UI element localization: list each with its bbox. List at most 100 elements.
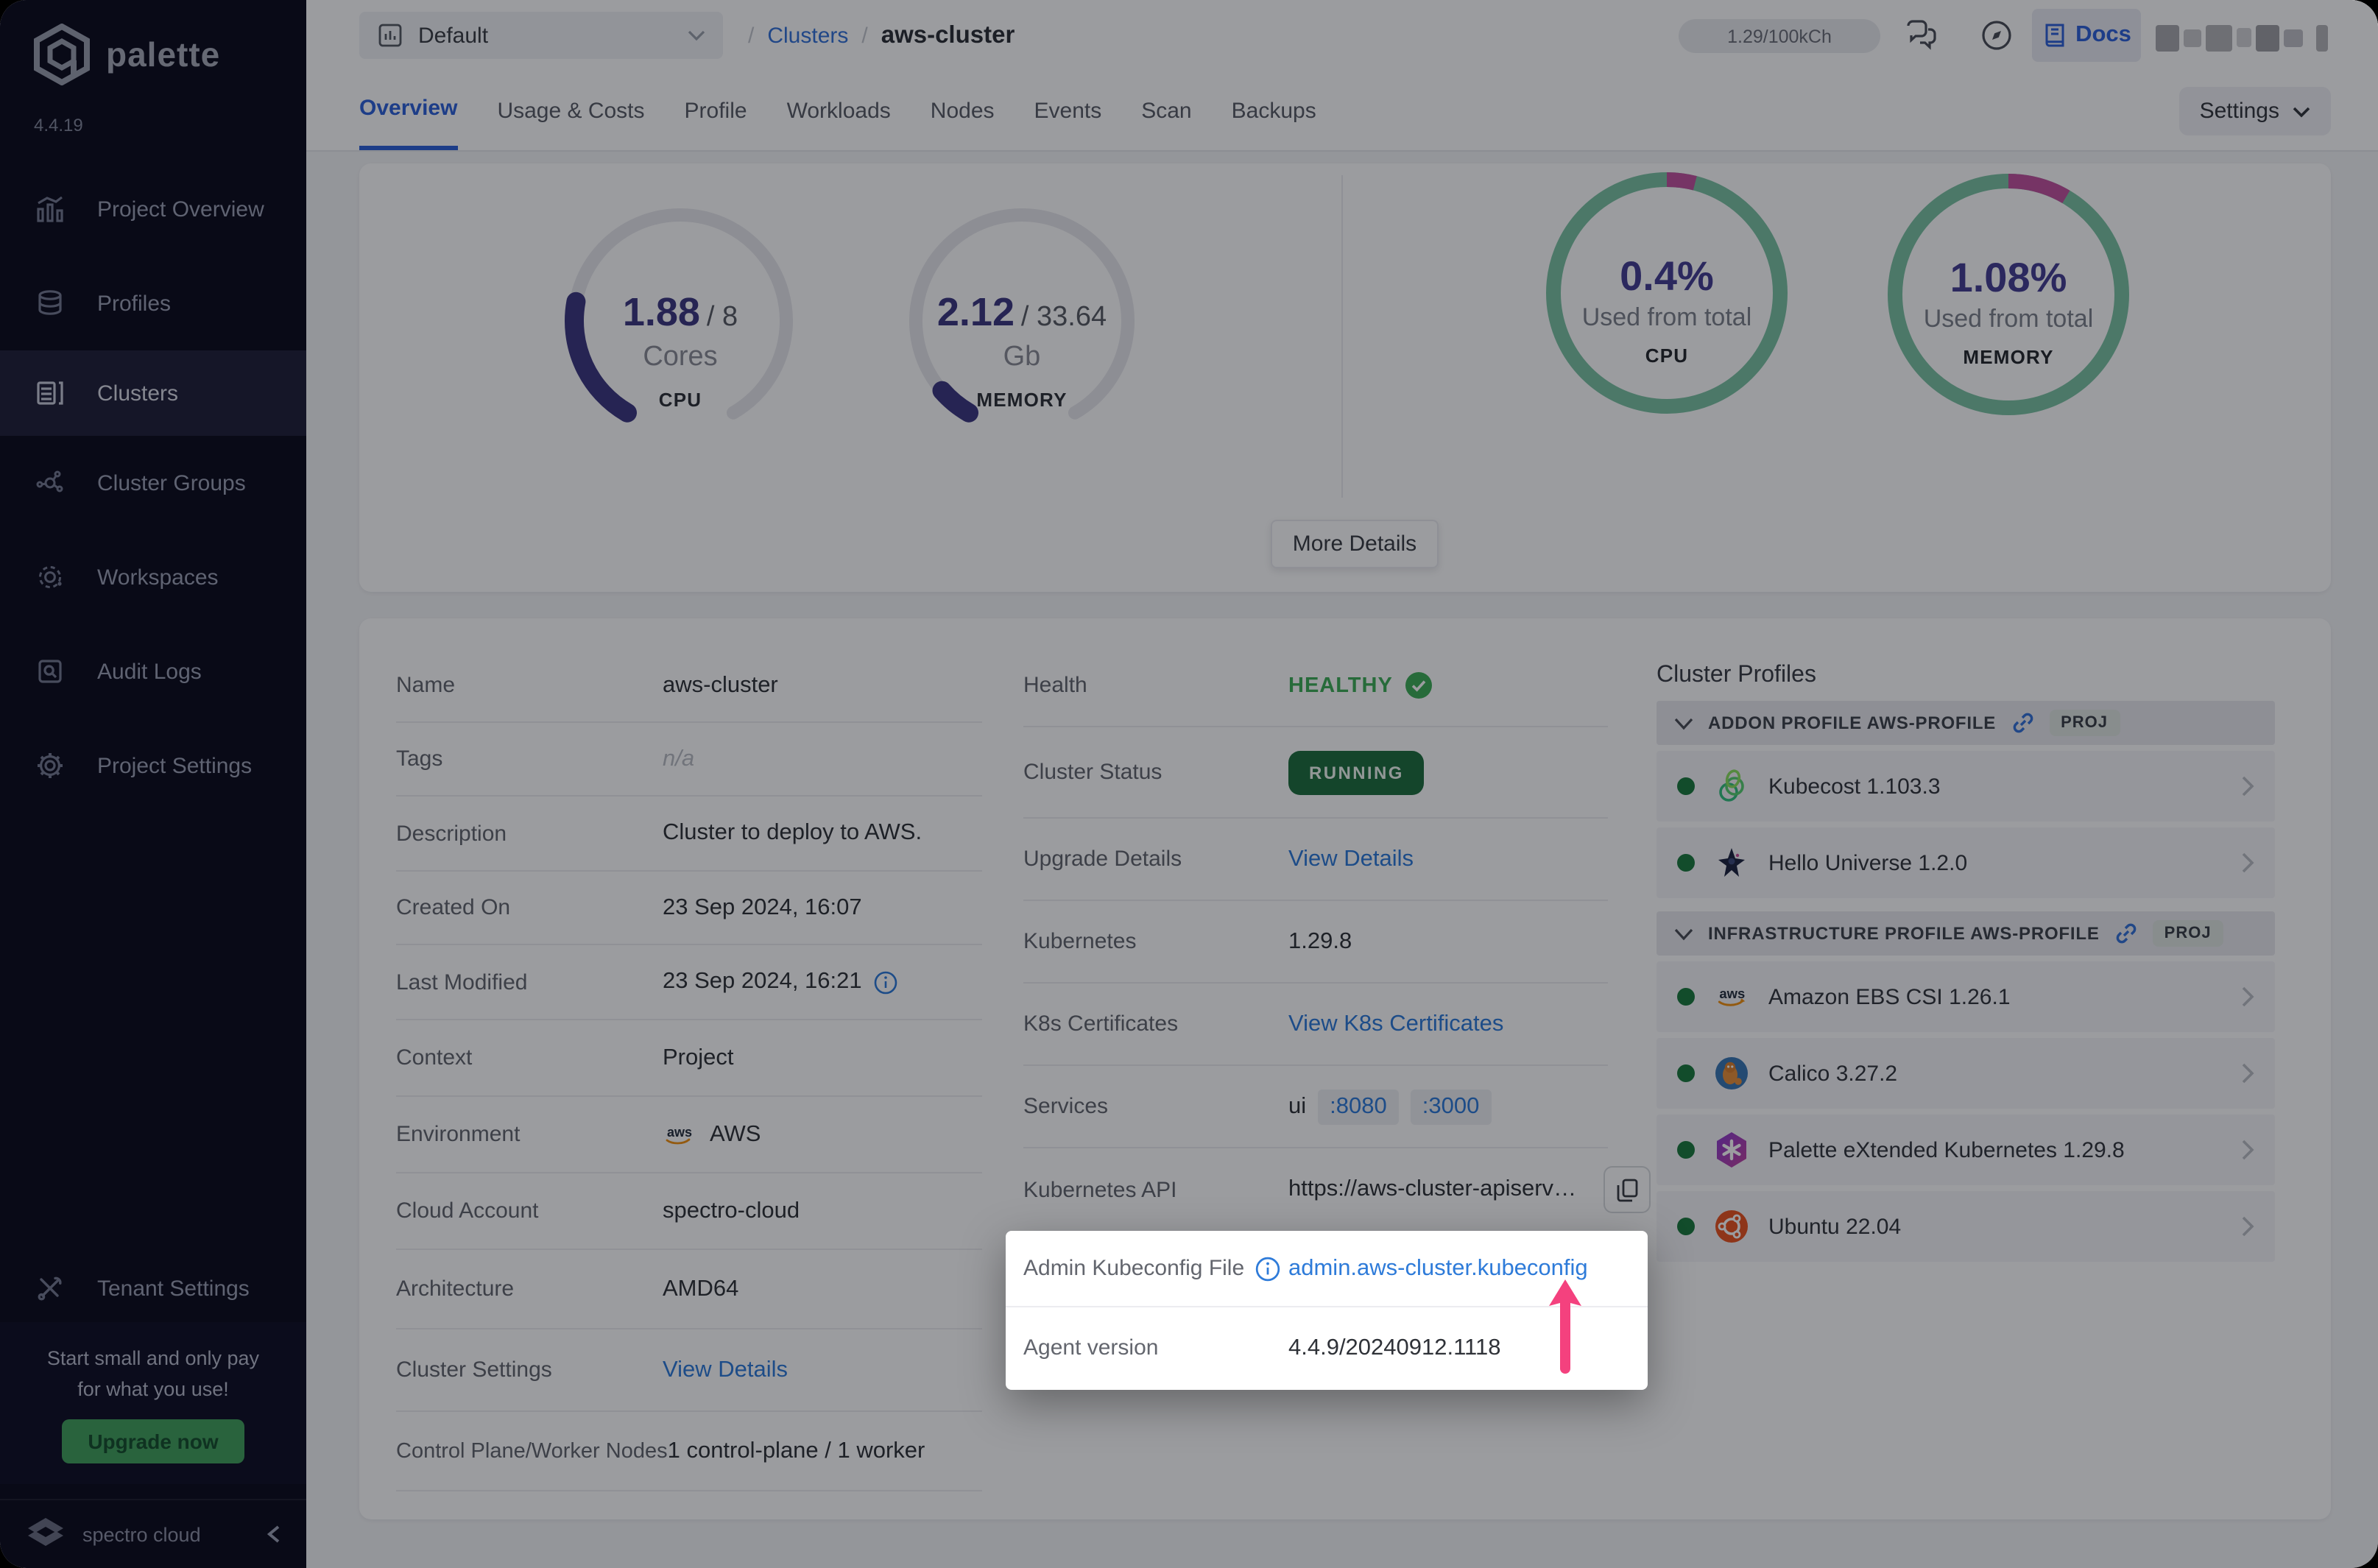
tab-nodes[interactable]: Nodes <box>931 71 995 150</box>
help-compass-icon[interactable] <box>1979 18 2014 53</box>
profile-item-kubecost[interactable]: Kubecost 1.103.3 <box>1657 751 2275 822</box>
details-left-column: Name aws-cluster Tags n/a Description Cl… <box>396 649 982 1491</box>
profile-item-ubuntu[interactable]: Ubuntu 22.04 <box>1657 1191 2275 1262</box>
upgrade-promo: Start small and only pay for what you us… <box>0 1322 306 1484</box>
promo-text-line2: for what you use! <box>77 1378 229 1400</box>
infrastructure-profile-section-header[interactable]: INFRASTRUCTURE PROFILE AWS-PROFILE PROJ <box>1657 911 2275 956</box>
status-dot <box>1677 854 1695 872</box>
memory-used-percent: 1.08% <box>1950 255 2067 300</box>
app-name: palette <box>106 35 221 73</box>
chevron-right-icon <box>2242 1216 2254 1237</box>
detail-row-upgrade-details: Upgrade Details View Details <box>1023 819 1608 901</box>
sidebar-item-clusters[interactable]: Clusters <box>0 350 306 436</box>
detail-row-tags: Tags n/a <box>396 723 982 797</box>
sidebar-item-audit-logs[interactable]: Audit Logs <box>0 624 306 718</box>
section-header-label: ADDON PROFILE AWS-PROFILE <box>1708 713 1997 733</box>
running-status-badge: RUNNING <box>1288 750 1425 794</box>
tab-events[interactable]: Events <box>1034 71 1102 150</box>
collapse-sidebar-icon[interactable] <box>265 1524 283 1544</box>
detail-row-architecture: Architecture AMD64 <box>396 1250 982 1329</box>
status-dot <box>1677 777 1695 795</box>
docs-button[interactable]: Docs <box>2032 9 2141 62</box>
tab-workloads[interactable]: Workloads <box>787 71 891 150</box>
service-port-link-8080[interactable]: :8080 <box>1318 1089 1399 1124</box>
view-k8s-certificates-link[interactable]: View K8s Certificates <box>1288 1011 1503 1037</box>
status-dot <box>1677 1218 1695 1235</box>
copy-button[interactable] <box>1603 1166 1651 1213</box>
brand-name: spectro cloud <box>82 1523 201 1545</box>
sidebar-item-project-overview[interactable]: Project Overview <box>0 162 306 256</box>
profile-item-calico[interactable]: Calico 3.27.2 <box>1657 1038 2275 1109</box>
chevron-right-icon <box>2242 776 2254 797</box>
detail-row-created-on: Created On 23 Sep 2024, 16:07 <box>396 872 982 945</box>
tab-backups[interactable]: Backups <box>1232 71 1316 150</box>
sidebar-item-tenant-settings[interactable]: Tenant Settings <box>0 1241 306 1335</box>
detail-row-kubernetes-api: Kubernetes API https://aws-cluster-apise… <box>1023 1148 1651 1231</box>
row-label: Control Plane/Worker Nodes <box>396 1439 668 1463</box>
memory-ring-caption: Used from total <box>1923 305 2094 333</box>
more-details-button[interactable]: More Details <box>1271 520 1439 568</box>
sidebar-item-project-settings[interactable]: Project Settings <box>0 718 306 813</box>
row-value: 1 control-plane / 1 worker <box>667 1438 925 1463</box>
upgrade-now-button[interactable]: Upgrade now <box>61 1419 245 1463</box>
profile-item-label: Palette eXtended Kubernetes 1.29.8 <box>1768 1137 2125 1162</box>
memory-gauge-text: 2.12 / 33.64 Gb MEMORY <box>860 290 1184 411</box>
memory-total-value: / 33.64 <box>1020 302 1107 333</box>
tab-usage-costs[interactable]: Usage & Costs <box>497 71 644 150</box>
upgrade-view-details-link[interactable]: View Details <box>1288 846 1414 872</box>
addon-profile-section-header[interactable]: ADDON PROFILE AWS-PROFILE PROJ <box>1657 701 2275 745</box>
card-divider <box>1341 175 1343 498</box>
row-label: Cloud Account <box>396 1198 539 1223</box>
sidebar: palette 4.4.19 Project Overview Profiles… <box>0 0 306 1568</box>
usage-overview-card: 1.88 / 8 Cores CPU 2.12 / 33.64 Gb MEMOR… <box>359 163 2331 592</box>
info-icon[interactable] <box>874 970 899 995</box>
tools-icon <box>38 1276 62 1301</box>
settings-button[interactable]: Settings <box>2178 87 2331 135</box>
project-icon <box>378 24 402 47</box>
tab-profile[interactable]: Profile <box>685 71 747 150</box>
row-label: Kubernetes <box>1023 929 1137 954</box>
network-icon <box>36 470 63 492</box>
health-status: HEALTHY <box>1288 674 1393 697</box>
memory-ring-label: MEMORY <box>1963 346 2054 368</box>
detail-row-description: Description Cluster to deploy to AWS. <box>396 797 982 872</box>
profile-item-palette-extended-kubernetes[interactable]: Palette eXtended Kubernetes 1.29.8 <box>1657 1115 2275 1185</box>
aws-logo-icon: aws <box>666 1124 692 1144</box>
cluster-settings-view-details-link[interactable]: View Details <box>663 1357 788 1383</box>
chat-icon[interactable] <box>1904 18 1939 53</box>
settings-label: Settings <box>2199 99 2279 124</box>
row-label: Name <box>396 673 456 698</box>
breadcrumb: / Clusters / aws-cluster <box>748 0 1015 71</box>
breadcrumb-separator: / <box>861 23 868 48</box>
row-label: Description <box>396 821 507 846</box>
palette-logo-icon <box>34 24 90 85</box>
info-icon[interactable] <box>1255 1255 1281 1282</box>
detail-row-services: Services ui :8080 :3000 <box>1023 1066 1608 1148</box>
breadcrumb-current: aws-cluster <box>881 21 1015 48</box>
profile-item-amazon-ebs-csi[interactable]: aws Amazon EBS CSI 1.26.1 <box>1657 961 2275 1032</box>
profile-item-label: Ubuntu 22.04 <box>1768 1214 1902 1239</box>
service-port-link-3000[interactable]: :3000 <box>1410 1089 1492 1124</box>
section-header-label: INFRASTRUCTURE PROFILE AWS-PROFILE <box>1708 923 2100 944</box>
sidebar-item-label: Cluster Groups <box>97 470 246 495</box>
sidebar-item-cluster-groups[interactable]: Cluster Groups <box>0 436 306 530</box>
row-label: Kubernetes API <box>1023 1177 1177 1202</box>
row-value: AMD64 <box>663 1276 739 1301</box>
row-value: Project <box>663 1045 734 1070</box>
tab-scan[interactable]: Scan <box>1141 71 1191 150</box>
profile-item-hello-universe[interactable]: Hello Universe 1.2.0 <box>1657 827 2275 898</box>
cpu-gauge-text: 1.88 / 8 Cores CPU <box>518 290 842 411</box>
breadcrumb-clusters-link[interactable]: Clusters <box>767 23 848 48</box>
detail-row-last-modified: Last Modified 23 Sep 2024, 16:21 <box>396 945 982 1020</box>
tab-overview[interactable]: Overview <box>359 71 458 150</box>
sidebar-item-workspaces[interactable]: Workspaces <box>0 530 306 624</box>
promo-text-line1: Start small and only pay <box>46 1347 260 1369</box>
kubernetes-api-url: https://aws-cluster-apiserve... <box>1288 1176 1577 1201</box>
admin-kubeconfig-download-link[interactable]: admin.aws-cluster.kubeconfig <box>1288 1255 1588 1282</box>
docs-label: Docs <box>2075 22 2131 47</box>
project-selector[interactable]: Default <box>359 12 723 59</box>
sidebar-item-profiles[interactable]: Profiles <box>0 256 306 350</box>
row-label: Services <box>1023 1094 1109 1119</box>
row-value: AWS <box>710 1121 761 1146</box>
row-value: 1.29.8 <box>1288 928 1352 953</box>
